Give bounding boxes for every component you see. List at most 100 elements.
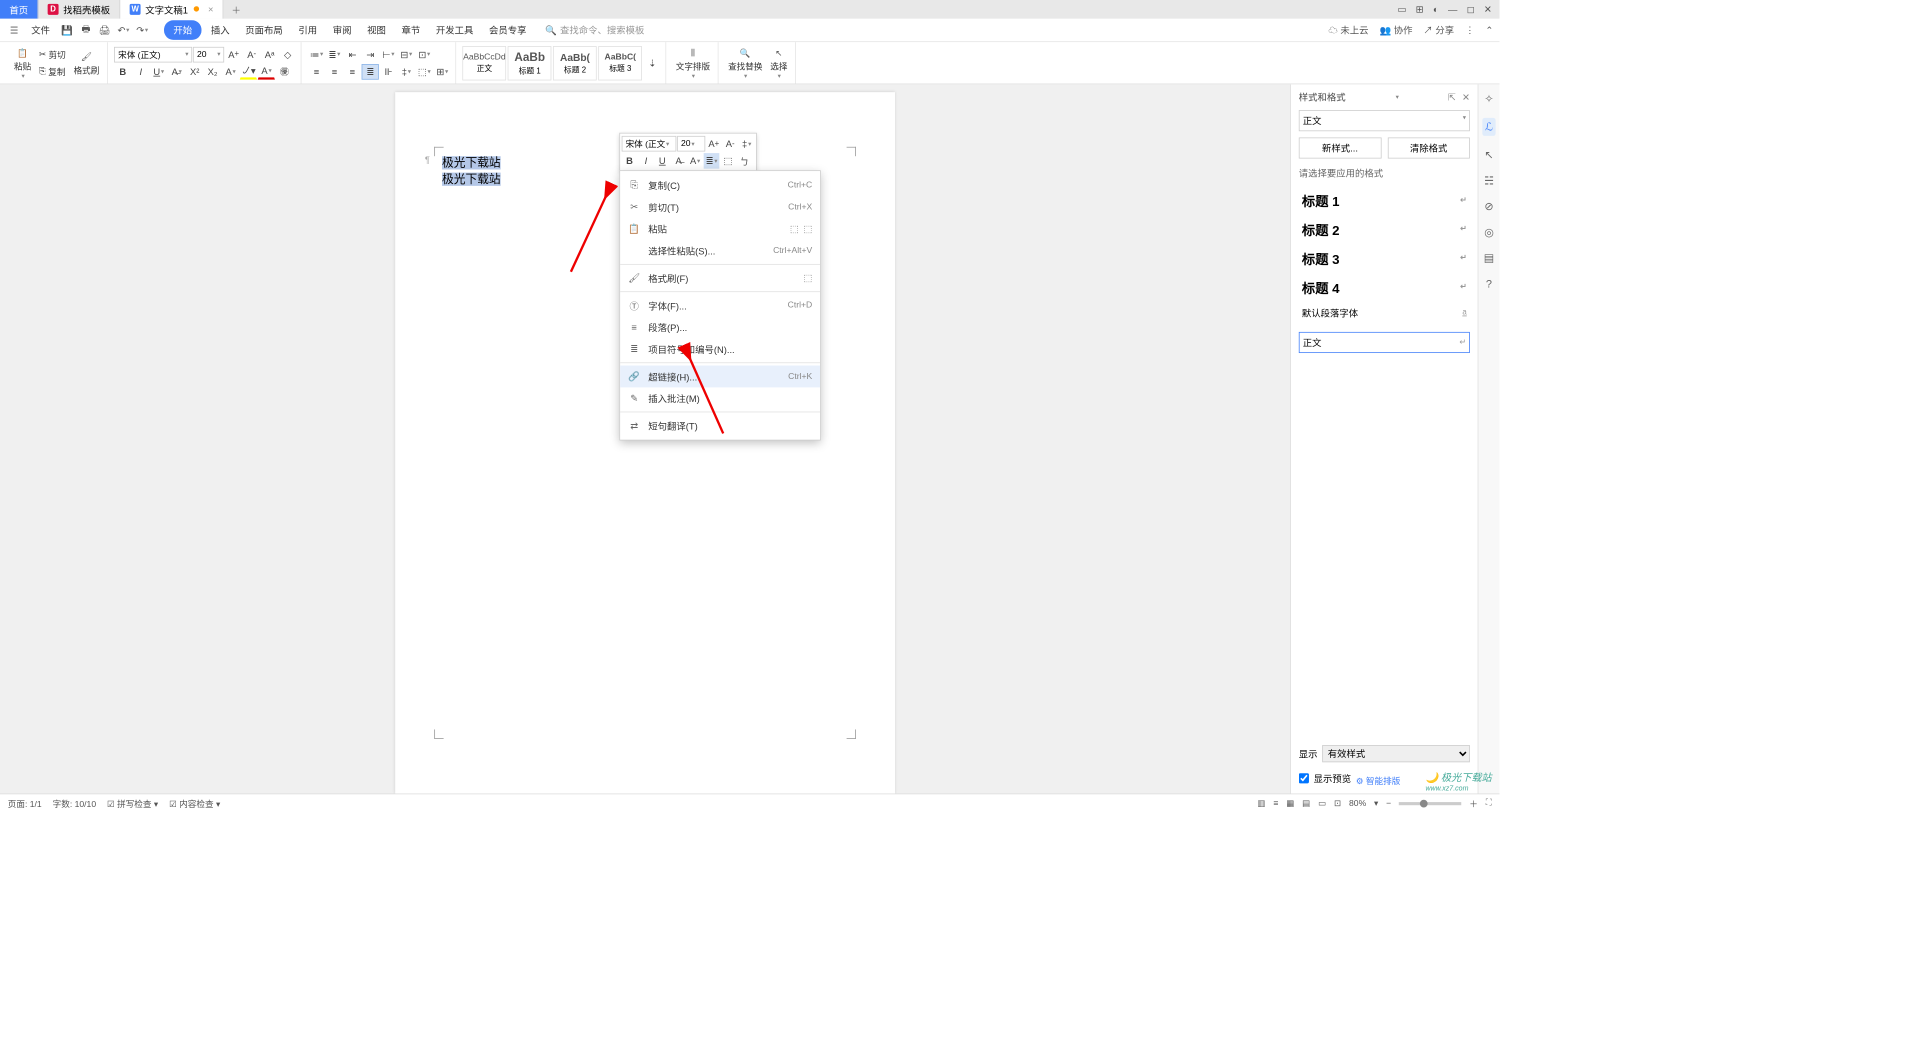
decrease-font-icon[interactable]: A- bbox=[243, 46, 260, 62]
distribute-button[interactable]: ⊪ bbox=[380, 64, 397, 80]
highlight-button[interactable]: ㇢▾ bbox=[240, 64, 257, 80]
style-default-para-font[interactable]: 默认段落字体a bbox=[1299, 301, 1470, 324]
sb-spellcheck[interactable]: ☑ 拼写检查 ▾ bbox=[107, 797, 158, 809]
sb-words[interactable]: 字数: 10/10 bbox=[53, 797, 96, 809]
ctx-paste[interactable]: 📋粘贴⬚⬚ bbox=[620, 218, 820, 240]
toggle-marks-button[interactable]: ⊡▾ bbox=[416, 46, 433, 62]
indent-button[interactable]: ⇥ bbox=[362, 46, 379, 62]
share-button[interactable]: ↗ 分享 bbox=[1423, 23, 1454, 36]
sb-fit-icon[interactable]: ⊡ bbox=[1334, 798, 1341, 808]
ctx-bullets-numbering[interactable]: ≣项目符号和编号(N)... bbox=[620, 338, 820, 360]
close-panel-icon[interactable]: ✕ bbox=[1462, 92, 1470, 103]
style-body-selected[interactable]: 正文↵ bbox=[1299, 332, 1470, 353]
menu-page-layout[interactable]: 页面布局 bbox=[239, 20, 289, 40]
grid-icon[interactable]: ⊞ bbox=[1416, 4, 1424, 15]
find-replace-button[interactable]: 🔍查找替换▾ bbox=[725, 45, 766, 82]
menu-member[interactable]: 会员专享 bbox=[483, 20, 533, 40]
new-style-button[interactable]: 新样式... bbox=[1299, 137, 1381, 158]
style-h1[interactable]: 标题 1↵ bbox=[1299, 186, 1470, 215]
search-box[interactable]: 🔍 查找命令、搜索模板 bbox=[545, 23, 644, 36]
line-spacing-button[interactable]: ‡▾ bbox=[398, 64, 415, 80]
style-heading2[interactable]: AaBb(标题 2 bbox=[553, 46, 597, 80]
redo-icon[interactable]: ↷▾ bbox=[134, 22, 150, 38]
ctx-cut[interactable]: ✂剪切(T)Ctrl+X bbox=[620, 196, 820, 218]
copy-button[interactable]: ⎘复制 bbox=[36, 64, 69, 80]
numbering-button[interactable]: ≣▾ bbox=[326, 46, 343, 62]
sb-zoom-in[interactable]: ＋ bbox=[1469, 797, 1478, 809]
vbar-help-icon[interactable]: ? bbox=[1486, 277, 1492, 289]
font-color-button[interactable]: A▾ bbox=[222, 64, 239, 80]
style-h3[interactable]: 标题 3↵ bbox=[1299, 244, 1470, 273]
add-tab-button[interactable]: ＋ bbox=[224, 0, 249, 19]
shading-button[interactable]: ⬚▾ bbox=[416, 64, 433, 80]
font-size-select[interactable]: 20▾ bbox=[193, 46, 224, 62]
tab-stops-button[interactable]: ⊢▾ bbox=[380, 46, 397, 62]
tab-home[interactable]: 首页 bbox=[0, 0, 38, 19]
ctx-paragraph[interactable]: ≡段落(P)... bbox=[620, 316, 820, 338]
menu-start[interactable]: 开始 bbox=[164, 20, 202, 40]
ctx-font[interactable]: Ⓣ字体(F)...Ctrl+D bbox=[620, 294, 820, 316]
ctx-insert-comment[interactable]: ✎插入批注(M) bbox=[620, 387, 820, 409]
style-normal[interactable]: AaBbCcDd正文 bbox=[463, 46, 507, 80]
mini-align-button[interactable]: ≣▾ bbox=[704, 153, 720, 169]
vbar-location-icon[interactable]: ◎ bbox=[1484, 226, 1494, 239]
sb-page[interactable]: 页面: 1/1 bbox=[8, 797, 42, 809]
sb-view4-icon[interactable]: ▤ bbox=[1302, 798, 1310, 808]
clear-format-icon[interactable]: ◇ bbox=[279, 46, 296, 62]
mini-font-size[interactable]: 20▾ bbox=[677, 136, 705, 152]
align-justify-button[interactable]: ≣ bbox=[362, 64, 379, 80]
style-h2[interactable]: 标题 2↵ bbox=[1299, 215, 1470, 244]
show-preview-checkbox[interactable] bbox=[1299, 773, 1309, 783]
ctx-paste-special[interactable]: 选择性粘贴(S)...Ctrl+Alt+V bbox=[620, 240, 820, 262]
vbar-limit-icon[interactable]: ⊘ bbox=[1484, 200, 1493, 213]
increase-font-icon[interactable]: A+ bbox=[225, 46, 242, 62]
sb-zoom-out[interactable]: − bbox=[1386, 799, 1391, 808]
vbar-select-icon[interactable]: ↖ bbox=[1484, 148, 1493, 161]
vbar-ai-icon[interactable]: ✧ bbox=[1484, 92, 1493, 105]
minimize-icon[interactable]: — bbox=[1448, 4, 1457, 15]
menu-review[interactable]: 审阅 bbox=[327, 20, 358, 40]
mini-font-color-button[interactable]: A▾ bbox=[687, 153, 703, 169]
sb-fullscreen-icon[interactable]: ⛶ bbox=[1486, 798, 1492, 808]
align-right-button[interactable]: ≡ bbox=[344, 64, 361, 80]
mini-line-spacing-icon[interactable]: ‡▾ bbox=[739, 136, 755, 152]
current-style-select[interactable]: 正文▾ bbox=[1299, 110, 1470, 131]
change-case-icon[interactable]: Aᵃ bbox=[261, 46, 278, 62]
italic-button[interactable]: I bbox=[132, 64, 149, 80]
menu-references[interactable]: 引用 bbox=[292, 20, 323, 40]
sb-view5-icon[interactable]: ▭ bbox=[1318, 798, 1326, 808]
close-window-icon[interactable]: ✕ bbox=[1484, 4, 1492, 15]
display-select[interactable]: 有效样式 bbox=[1322, 745, 1470, 762]
print-preview-icon[interactable]: 🖨 bbox=[97, 22, 113, 38]
underline-button[interactable]: U▾ bbox=[150, 64, 167, 80]
superscript-button[interactable]: X² bbox=[186, 64, 203, 80]
circled-char-icon[interactable]: ㊝ bbox=[276, 64, 293, 80]
select-button[interactable]: ↖选择▾ bbox=[767, 45, 790, 82]
styles-more-icon[interactable]: ⇣ bbox=[644, 55, 661, 71]
mini-strikethrough-button[interactable]: A̶ bbox=[671, 153, 687, 169]
save-icon[interactable]: 💾 bbox=[59, 22, 75, 38]
menu-dev-tools[interactable]: 开发工具 bbox=[430, 20, 480, 40]
menu-chapter[interactable]: 章节 bbox=[395, 20, 426, 40]
sb-content-check[interactable]: ☑ 内容检查 ▾ bbox=[169, 797, 220, 809]
menu-insert[interactable]: 插入 bbox=[205, 20, 236, 40]
sb-view3-icon[interactable]: ▦ bbox=[1286, 798, 1294, 808]
menu-view[interactable]: 视图 bbox=[361, 20, 392, 40]
paste-button[interactable]: 📋粘贴▾ bbox=[11, 45, 34, 82]
ctx-format-painter[interactable]: 🖌格式刷(F)⬚ bbox=[620, 267, 820, 289]
text-color-button[interactable]: A▾ bbox=[258, 64, 275, 80]
cloud-status[interactable]: ☁ 未上云 bbox=[1328, 23, 1368, 36]
style-heading3[interactable]: AaBbC(标题 3 bbox=[598, 46, 642, 80]
align-left-button[interactable]: ≡ bbox=[308, 64, 325, 80]
menu-file[interactable]: 文件 bbox=[25, 20, 56, 40]
more-icon[interactable]: ⋮ bbox=[1465, 25, 1474, 36]
text-layout-button[interactable]: ⫼文字排版▾ bbox=[673, 45, 714, 82]
print-icon[interactable]: 🖶 bbox=[78, 22, 94, 38]
paste-option-icon[interactable]: ⬚ bbox=[790, 223, 799, 234]
strikethrough-button[interactable]: A̶▾ bbox=[168, 64, 185, 80]
format-painter-button[interactable]: 🖌格式刷 bbox=[70, 48, 102, 78]
close-tab-icon[interactable]: × bbox=[208, 4, 213, 15]
mini-italic-button[interactable]: I bbox=[638, 153, 654, 169]
outdent-button[interactable]: ⇤ bbox=[344, 46, 361, 62]
mini-phonetic-button[interactable]: ㄅ bbox=[736, 153, 752, 169]
